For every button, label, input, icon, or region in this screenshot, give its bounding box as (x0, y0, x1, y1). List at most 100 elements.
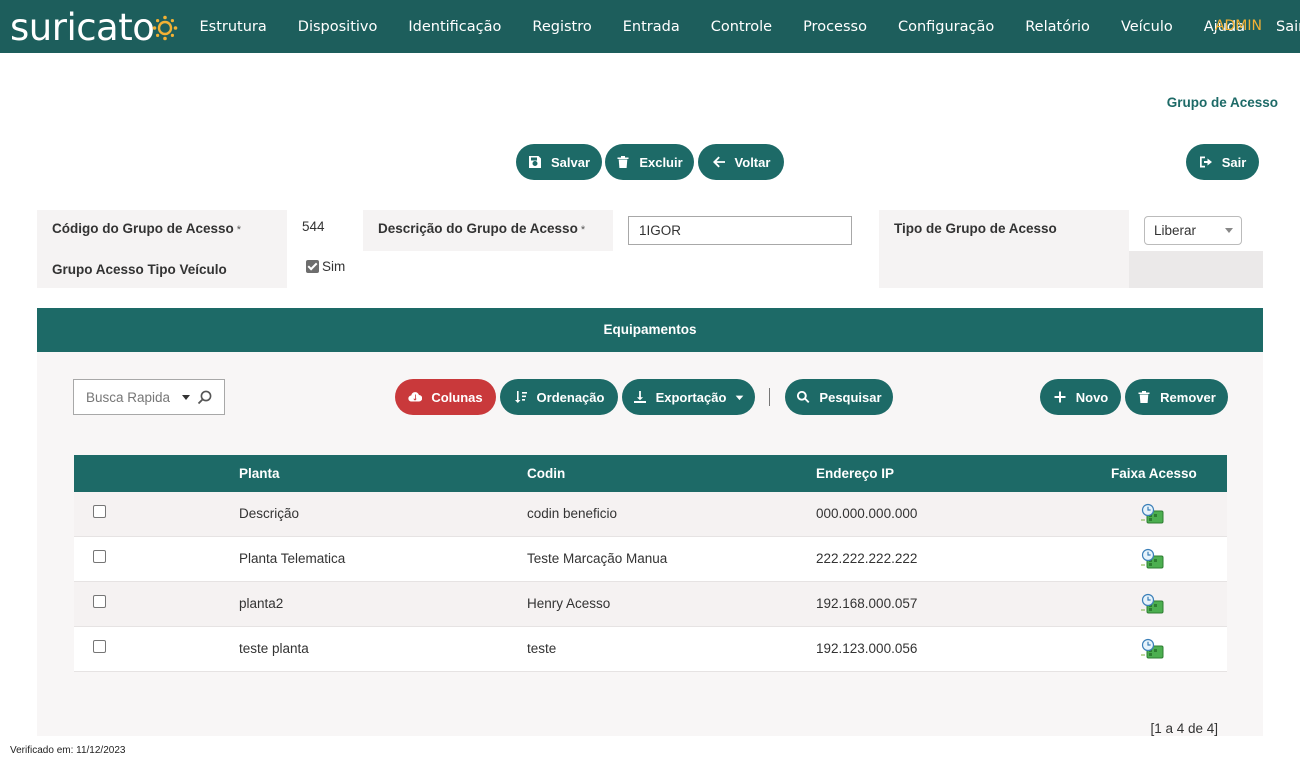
tipo-select[interactable]: Liberar (1144, 216, 1242, 245)
table-row[interactable]: Descrição codin beneficio 000.000.000.00… (74, 492, 1227, 537)
exit-button[interactable]: Sair (1186, 144, 1259, 180)
required-mark: * (236, 224, 242, 236)
cell-ip: 000.000.000.000 (816, 506, 918, 521)
logo-text: suricato (10, 5, 155, 49)
novo-button-label: Novo (1075, 389, 1109, 405)
user-admin-label[interactable]: ADMIN (1215, 18, 1262, 34)
cloud-download-icon (408, 392, 423, 402)
cell-planta: Planta Telematica (239, 551, 346, 566)
row-checkbox[interactable] (93, 595, 106, 608)
back-button[interactable]: Voltar (698, 144, 784, 180)
colunas-button[interactable]: Colunas (395, 379, 496, 415)
caret-down-icon[interactable] (182, 395, 190, 400)
remover-button[interactable]: Remover (1125, 379, 1228, 415)
cell-codin: teste (527, 641, 557, 656)
search-icon[interactable] (197, 390, 212, 405)
pesquisar-button[interactable]: Pesquisar (785, 379, 893, 415)
cell-planta: teste planta (239, 641, 309, 656)
column-header-codin[interactable]: Codin (527, 455, 565, 492)
ordenacao-button-label: Ordenação (536, 389, 605, 405)
search-icon (797, 390, 810, 403)
descricao-input[interactable]: 1IGOR (628, 216, 852, 245)
nav-entrada[interactable]: Entrada (607, 19, 695, 35)
main-menu: Estrutura Dispositivo Identificação Regi… (184, 0, 1300, 53)
save-button-label: Salvar (550, 154, 591, 170)
search-placeholder: Busca Rapida (86, 390, 171, 405)
nav-configuracao[interactable]: Configuração (882, 19, 1009, 35)
nav-identificacao[interactable]: Identificação (393, 19, 517, 35)
colunas-button-label: Colunas (431, 389, 483, 405)
tipo-label: Tipo de Grupo de Acesso (894, 221, 1057, 236)
download-icon (633, 391, 646, 403)
codigo-label-text: Código do Grupo de Acesso (52, 221, 234, 236)
row-checkbox[interactable] (93, 640, 106, 653)
codigo-label: Código do Grupo de Acesso * (52, 221, 241, 236)
sign-out-icon (1199, 156, 1212, 168)
floppy-disk-icon (528, 156, 541, 168)
cell-planta: planta2 (239, 596, 284, 611)
access-range-icon[interactable] (1140, 548, 1164, 570)
column-header-planta[interactable]: Planta (239, 455, 280, 492)
nav-registro[interactable]: Registro (517, 19, 607, 35)
access-range-icon[interactable] (1140, 503, 1164, 525)
table-header: Planta Codin Endereço IP Faixa Acesso (74, 455, 1227, 492)
trash-icon (617, 156, 629, 168)
table-row[interactable]: teste planta teste 192.123.000.056 (74, 627, 1227, 672)
codigo-value: 544 (302, 219, 325, 234)
exit-button-label: Sair (1221, 154, 1247, 170)
page-title: Grupo de Acesso (1166, 95, 1278, 110)
nav-sair[interactable]: Sair (1260, 19, 1300, 35)
cell-ip: 222.222.222.222 (816, 551, 918, 566)
chevron-down-icon (1225, 228, 1233, 233)
caret-down-icon (736, 395, 744, 400)
nav-estrutura[interactable]: Estrutura (184, 19, 282, 35)
sort-icon (514, 391, 527, 403)
top-navbar: suricato Estrutura Dispositivo Identific… (0, 0, 1300, 53)
arrow-left-icon (712, 156, 725, 168)
cell-codin: codin beneficio (527, 506, 618, 521)
remover-button-label: Remover (1160, 389, 1216, 405)
plus-icon (1054, 391, 1066, 403)
back-button-label: Voltar (734, 154, 771, 170)
novo-button[interactable]: Novo (1040, 379, 1121, 415)
save-button[interactable]: Salvar (516, 144, 602, 180)
column-header-faixa-acesso[interactable]: Faixa Acesso (1111, 455, 1197, 492)
nav-controle[interactable]: Controle (695, 19, 787, 35)
row-checkbox[interactable] (93, 550, 106, 563)
nav-dispositivo[interactable]: Dispositivo (282, 19, 393, 35)
cell-codin: Teste Marcação Manua (527, 551, 668, 566)
veiculo-option-label: Sim (322, 259, 346, 274)
access-range-icon[interactable] (1140, 638, 1164, 660)
table-row[interactable]: Planta Telematica Teste Marcação Manua 2… (74, 537, 1227, 582)
sun-logo-icon (153, 15, 178, 41)
descricao-label: Descrição do Grupo de Acesso * (378, 221, 585, 236)
column-header-ip[interactable]: Endereço IP (816, 455, 894, 492)
exportacao-button-label: Exportação (655, 389, 727, 405)
access-group-form: Código do Grupo de Acesso * 544 Descrição… (37, 210, 1263, 288)
nav-relatorio[interactable]: Relatório (1010, 19, 1106, 35)
quick-search[interactable]: Busca Rapida (73, 379, 225, 415)
equipamentos-table: Planta Codin Endereço IP Faixa Acesso De… (74, 455, 1227, 672)
equipamentos-header: Equipamentos (37, 308, 1263, 352)
exportacao-button[interactable]: Exportação (622, 379, 755, 415)
access-range-icon[interactable] (1140, 593, 1164, 615)
descricao-label-text: Descrição do Grupo de Acesso (378, 221, 578, 236)
pagination-info: [1 a 4 de 4] (1150, 721, 1218, 736)
cell-ip: 192.168.000.057 (816, 596, 918, 611)
delete-button[interactable]: Excluir (605, 144, 694, 180)
cell-planta: Descrição (239, 506, 300, 521)
veiculo-checkbox[interactable] (306, 260, 319, 273)
nav-processo[interactable]: Processo (788, 19, 883, 35)
delete-button-label: Excluir (639, 154, 683, 170)
tipo-select-value: Liberar (1154, 223, 1197, 238)
row-checkbox[interactable] (93, 505, 106, 518)
logo[interactable]: suricato (10, 2, 178, 52)
table-row[interactable]: planta2 Henry Acesso 192.168.000.057 (74, 582, 1227, 627)
nav-veiculo[interactable]: Veículo (1105, 19, 1188, 35)
toolbar-divider (769, 388, 770, 406)
form-empty-cell (1129, 251, 1263, 288)
ordenacao-button[interactable]: Ordenação (500, 379, 618, 415)
trash-icon (1138, 391, 1150, 403)
verified-date: Verificado em: 11/12/2023 (10, 745, 126, 756)
veiculo-label: Grupo Acesso Tipo Veículo (52, 262, 227, 277)
